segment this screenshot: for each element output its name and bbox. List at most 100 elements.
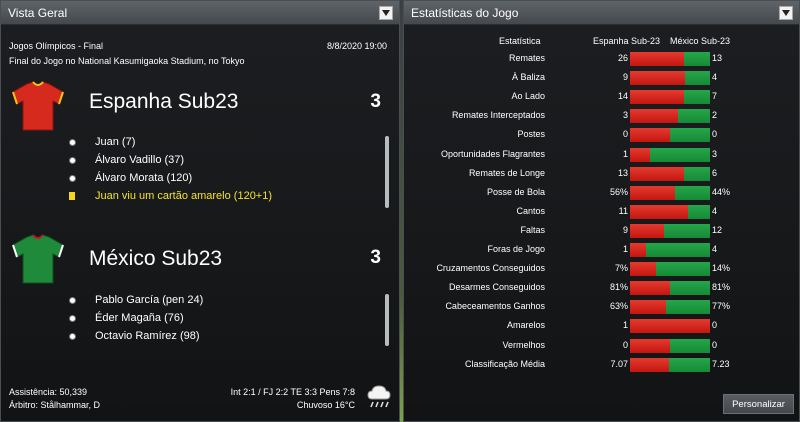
home-events-scrollbar[interactable] xyxy=(385,136,389,208)
venue-text: Final do Jogo no National Kasumigaoka St… xyxy=(9,56,245,66)
away-events-scrollbar[interactable] xyxy=(385,294,389,346)
stat-label: Cantos xyxy=(516,205,545,216)
stat-home-value: 63% xyxy=(609,301,628,312)
stat-label: Faltas xyxy=(520,224,545,235)
event-text[interactable]: Juan (7) xyxy=(95,136,135,148)
event-text[interactable]: Pablo García (pen 24) xyxy=(95,294,203,306)
stat-label: Foras de Jogo xyxy=(487,244,545,254)
stat-row[interactable]: Desarmes Conseguidos 81% 81% xyxy=(404,279,800,298)
away-team-name[interactable]: México Sub23 xyxy=(89,247,222,271)
stat-row[interactable]: Cabeceamentos Ganhos 63% 77% xyxy=(404,298,800,317)
scrollbar-thumb[interactable] xyxy=(385,136,389,208)
stat-row[interactable]: Amarelos 1 0 xyxy=(404,317,800,336)
home-event-4: Juan viu um cartão amarelo (120+1) xyxy=(67,187,272,205)
scrollbar-thumb[interactable] xyxy=(385,294,389,346)
stats-panel-header: Estatísticas do Jogo xyxy=(404,1,799,25)
stat-label: Oportunidades Flagrantes xyxy=(440,148,545,159)
stat-home-value: 14 xyxy=(617,91,628,102)
stat-row[interactable]: Posse de Bola 56% 44% xyxy=(404,184,800,203)
home-share-bar xyxy=(630,223,664,238)
stat-home-value: 81% xyxy=(609,282,628,293)
home-share-bar xyxy=(630,281,670,296)
home-share-bar xyxy=(630,128,670,143)
stat-label: Remates Interceptados xyxy=(451,110,545,121)
stat-label: Desarmes Conseguidos xyxy=(448,282,545,293)
home-team-score: 3 xyxy=(370,91,381,112)
stat-row[interactable]: Cruzamentos Conseguidos 7% 14% xyxy=(404,260,800,279)
stat-label: Remates de Longe xyxy=(468,167,545,178)
overview-panel-header: Vista Geral xyxy=(1,1,399,25)
away-share-bar xyxy=(678,109,710,124)
customize-button[interactable]: Personalizar xyxy=(723,394,794,414)
weather-text: Chuvoso 16°C xyxy=(296,400,355,410)
stat-home-value: 1 xyxy=(622,148,628,159)
home-share-bar xyxy=(630,71,685,86)
away-team-row: México Sub23 3 xyxy=(9,231,387,284)
stat-row[interactable]: Remates 26 13 xyxy=(404,50,800,69)
ball-icon xyxy=(67,173,77,183)
stat-away-value: 77% xyxy=(712,301,731,312)
match-overview-panel: Vista Geral Jogos Olímpicos - Final 8/8/… xyxy=(0,0,400,422)
away-shirt-icon[interactable] xyxy=(9,231,67,289)
overview-menu-button[interactable] xyxy=(379,5,393,20)
ball-icon xyxy=(67,137,77,147)
stat-row[interactable]: Remates de Longe 13 6 xyxy=(404,165,800,184)
home-share-bar xyxy=(630,300,666,315)
home-event-3: Álvaro Morata (120) xyxy=(67,169,272,187)
stat-row[interactable]: Foras de Jogo 1 4 xyxy=(404,241,800,260)
stat-home-value: 26 xyxy=(617,53,628,63)
away-share-bar xyxy=(650,147,710,162)
event-text[interactable]: Álvaro Morata (120) xyxy=(95,172,192,184)
stat-away-value: 2 xyxy=(712,110,718,121)
stat-away-value: 6 xyxy=(712,167,718,178)
away-share-bar xyxy=(670,338,710,353)
home-team-name[interactable]: Espanha Sub23 xyxy=(89,90,238,114)
stat-home-value: 9 xyxy=(622,72,628,83)
overview-panel-title: Vista Geral xyxy=(8,5,68,20)
away-share-bar xyxy=(684,52,710,66)
home-event-2: Álvaro Vadillo (37) xyxy=(67,151,272,169)
competition-row: Jogos Olímpicos - Final 8/8/2020 19:00 xyxy=(9,41,387,51)
stat-label: Vermelhos xyxy=(502,339,545,350)
stat-label: Cruzamentos Conseguidos xyxy=(436,263,545,274)
stat-label: Amarelos xyxy=(506,320,545,331)
away-share-bar xyxy=(656,262,710,277)
stat-away-value: 4 xyxy=(712,244,718,254)
away-share-bar xyxy=(688,204,710,219)
stat-away-value: 44% xyxy=(712,186,731,197)
event-text[interactable]: Éder Magaña (76) xyxy=(95,312,184,324)
event-text[interactable]: Juan viu um cartão amarelo (120+1) xyxy=(95,190,272,202)
event-text[interactable]: Álvaro Vadillo (37) xyxy=(95,154,184,166)
stats-panel-title: Estatísticas do Jogo xyxy=(411,5,519,20)
stat-home-value: 0 xyxy=(622,129,628,140)
home-share-bar xyxy=(630,90,684,105)
stat-row[interactable]: À Baliza 9 4 xyxy=(404,69,800,88)
away-share-bar xyxy=(646,243,710,257)
home-team-row: Espanha Sub23 3 xyxy=(9,76,387,131)
home-share-bar xyxy=(630,338,670,353)
event-text[interactable]: Octavio Ramírez (98) xyxy=(95,330,200,342)
stat-label: Classificação Média xyxy=(464,358,545,369)
stat-row[interactable]: Faltas 9 12 xyxy=(404,222,800,241)
stats-menu-button[interactable] xyxy=(779,5,793,20)
away-share-bar xyxy=(670,281,710,296)
chevron-down-icon xyxy=(382,9,390,16)
home-share-bar xyxy=(630,147,650,162)
stat-home-value: 0 xyxy=(622,339,628,350)
home-column-header[interactable]: Espanha Sub-23 xyxy=(593,36,660,46)
stat-away-value: 7 xyxy=(712,91,718,102)
stat-row[interactable]: Postes 0 0 xyxy=(404,126,800,145)
competition-name: Jogos Olímpicos - Final xyxy=(9,41,104,51)
stat-row[interactable]: Oportunidades Flagrantes 1 3 xyxy=(404,146,800,165)
away-share-bar xyxy=(670,128,710,143)
stat-row[interactable]: Remates Interceptados 3 2 xyxy=(404,107,800,126)
stat-row[interactable]: Cantos 11 4 xyxy=(404,203,800,222)
stat-away-value: 14% xyxy=(712,263,731,274)
stat-away-value: 13 xyxy=(712,53,723,63)
stat-row[interactable]: Vermelhos 0 0 xyxy=(404,337,800,356)
home-shirt-icon[interactable] xyxy=(9,78,67,136)
away-events-list: Pablo García (pen 24) Éder Magaña (76) O… xyxy=(67,291,203,345)
stat-row[interactable]: Ao Lado 14 7 xyxy=(404,88,800,107)
stat-row[interactable]: Classificação Média 7.07 7.23 xyxy=(404,356,800,375)
away-column-header[interactable]: México Sub-23 xyxy=(670,36,730,46)
